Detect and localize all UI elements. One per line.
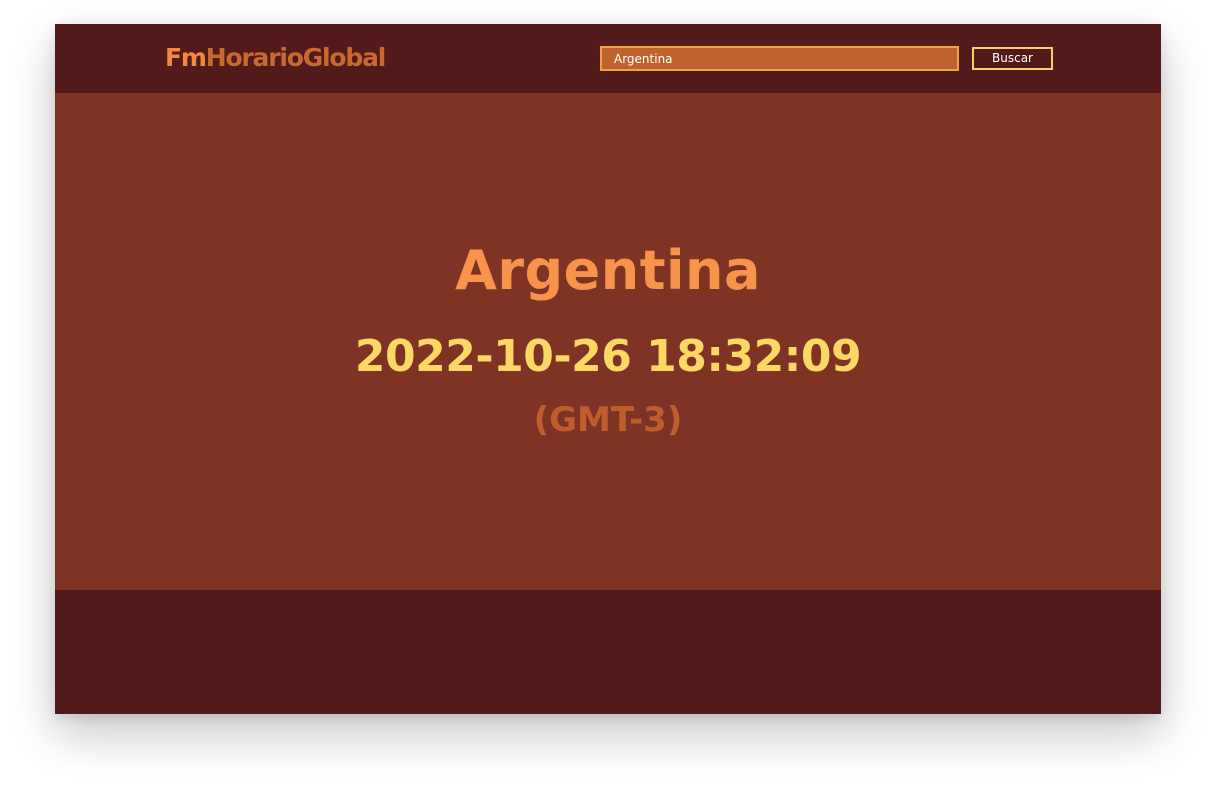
header: FmHorarioGlobal Buscar bbox=[55, 24, 1161, 93]
search-input[interactable] bbox=[600, 46, 959, 71]
logo-name: HorarioGlobal bbox=[205, 43, 387, 72]
app-window: FmHorarioGlobal Buscar Argentina 2022-10… bbox=[55, 24, 1161, 714]
timezone-label: (GMT-3) bbox=[533, 400, 683, 440]
search-button[interactable]: Buscar bbox=[972, 47, 1053, 70]
current-datetime: 2022-10-26 18:32:09 bbox=[354, 331, 862, 382]
footer bbox=[55, 590, 1161, 714]
time-display-panel: Argentina 2022-10-26 18:32:09 (GMT-3) bbox=[55, 93, 1161, 590]
logo-prefix: Fm bbox=[165, 43, 207, 72]
logo[interactable]: FmHorarioGlobal bbox=[165, 42, 387, 74]
country-title: Argentina bbox=[455, 239, 761, 302]
